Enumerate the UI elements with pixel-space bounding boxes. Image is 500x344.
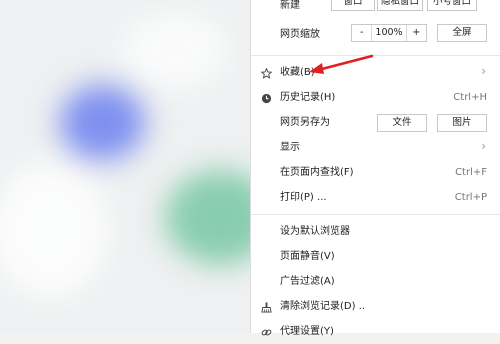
mute-label: 页面静音(V) (280, 251, 335, 262)
chevron-right-icon: › (481, 64, 486, 78)
zoom-label: 网页缩放 (280, 29, 320, 40)
proxy-label: 代理设置(Y) (280, 326, 334, 337)
favorites-label: 收藏(B) (280, 67, 315, 78)
print-shortcut: Ctrl+P (454, 192, 487, 203)
new-small-window-button[interactable]: 小号窗口 (427, 0, 477, 11)
save-as-image-button[interactable]: 图片 (437, 114, 487, 132)
menu-item-clear-history[interactable]: 清除浏览记录(D) .. (251, 294, 500, 319)
save-as-label: 网页另存为 (280, 117, 330, 128)
new-label: 新建 (280, 0, 300, 11)
zoom-level-value: 100% (372, 25, 407, 41)
menu-item-set-default-browser[interactable]: 设为默认浏览器 (251, 219, 500, 244)
set-default-label: 设为默认浏览器 (280, 226, 350, 237)
menu-item-ad-filter[interactable]: 广告过滤(A) (251, 269, 500, 294)
print-label: 打印(P) ... (280, 192, 327, 203)
find-shortcut: Ctrl+F (455, 167, 487, 178)
save-as-file-button[interactable]: 文件 (377, 114, 427, 132)
background-blob (165, 170, 250, 265)
background-blob (120, 10, 230, 90)
menu-separator (251, 214, 500, 215)
zoom-control: - 100% + (351, 24, 427, 42)
zoom-out-button[interactable]: - (352, 25, 373, 41)
menu-item-favorites[interactable]: 收藏(B) › (251, 60, 500, 85)
blurred-page-background (0, 0, 250, 333)
menu-item-proxy-settings[interactable]: 代理设置(Y) (251, 319, 500, 344)
fullscreen-button[interactable]: 全屏 (437, 24, 487, 42)
menu-item-mute-page[interactable]: 页面静音(V) (251, 244, 500, 269)
new-window-button[interactable]: 窗口 (331, 0, 375, 11)
history-label: 历史记录(H) (280, 92, 336, 103)
background-blob (60, 85, 145, 160)
new-incognito-window-button[interactable]: 隐私窗口 (377, 0, 423, 11)
link-icon (259, 325, 273, 339)
menu-item-history[interactable]: 历史记录(H) Ctrl+H (251, 85, 500, 110)
menu-item-display[interactable]: 显示 › (251, 135, 500, 160)
background-blob (0, 160, 110, 300)
find-label: 在页面内查找(F) (280, 167, 354, 178)
history-shortcut: Ctrl+H (453, 92, 487, 103)
display-label: 显示 (280, 142, 300, 153)
broom-icon (259, 300, 273, 314)
menu-item-print[interactable]: 打印(P) ... Ctrl+P (251, 185, 500, 210)
browser-main-menu: 新建 窗口 隐私窗口 小号窗口 网页缩放 - 100% + 全屏 收藏(B) ›… (250, 0, 500, 337)
star-icon (259, 66, 273, 80)
clear-history-label: 清除浏览记录(D) .. (280, 301, 366, 312)
zoom-in-button[interactable]: + (407, 25, 426, 41)
menu-separator (251, 55, 500, 56)
ad-filter-label: 广告过滤(A) (280, 276, 335, 287)
clock-icon (259, 91, 273, 105)
menu-item-find[interactable]: 在页面内查找(F) Ctrl+F (251, 160, 500, 185)
chevron-right-icon: › (481, 139, 486, 153)
